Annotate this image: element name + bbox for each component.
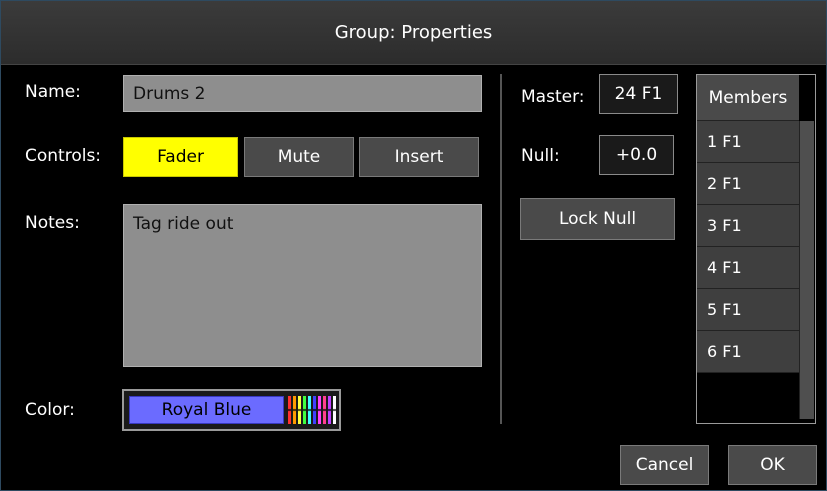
- list-item[interactable]: 3 F1: [697, 205, 799, 247]
- list-item[interactable]: 4 F1: [697, 247, 799, 289]
- insert-button[interactable]: Insert: [359, 137, 479, 177]
- members-header: Members: [697, 75, 799, 121]
- fader-button[interactable]: Fader: [123, 137, 238, 177]
- palette-swatch: [328, 396, 331, 424]
- name-label: Name:: [25, 82, 81, 102]
- members-list: Members 1 F1 2 F1 3 F1 4 F1 5 F1 6 F1: [696, 74, 816, 424]
- notes-textarea[interactable]: Tag ride out: [123, 204, 482, 367]
- ok-button[interactable]: OK: [728, 445, 817, 485]
- vertical-divider: [500, 74, 502, 424]
- color-label: Color:: [25, 400, 75, 420]
- palette-swatch: [308, 396, 311, 424]
- cancel-button[interactable]: Cancel: [620, 445, 709, 485]
- name-field[interactable]: Drums 2: [123, 75, 482, 112]
- list-item[interactable]: 5 F1: [697, 289, 799, 331]
- list-item[interactable]: 1 F1: [697, 121, 799, 163]
- members-scrollbar[interactable]: [799, 121, 814, 419]
- list-item[interactable]: 6 F1: [697, 331, 799, 373]
- palette-swatch: [293, 396, 296, 424]
- master-value[interactable]: 24 F1: [599, 74, 678, 114]
- color-name: Royal Blue: [129, 396, 284, 424]
- palette-swatch: [288, 396, 291, 424]
- color-palette-icon: [288, 396, 336, 424]
- group-properties-dialog: Group: Properties Name: Drums 2 Controls…: [0, 0, 827, 491]
- palette-swatch: [333, 396, 336, 424]
- palette-swatch: [318, 396, 321, 424]
- notes-label: Notes:: [25, 213, 80, 233]
- null-label: Null:: [521, 146, 560, 166]
- controls-label: Controls:: [25, 146, 102, 166]
- palette-swatch: [298, 396, 301, 424]
- null-value[interactable]: +0.0: [599, 135, 674, 175]
- palette-swatch: [303, 396, 306, 424]
- lock-null-button[interactable]: Lock Null: [520, 198, 675, 240]
- palette-swatch: [323, 396, 326, 424]
- master-label: Master:: [521, 87, 585, 107]
- mute-button[interactable]: Mute: [244, 137, 354, 177]
- palette-swatch: [313, 396, 316, 424]
- color-picker[interactable]: Royal Blue: [122, 389, 341, 431]
- dialog-title: Group: Properties: [1, 1, 826, 65]
- list-item[interactable]: 2 F1: [697, 163, 799, 205]
